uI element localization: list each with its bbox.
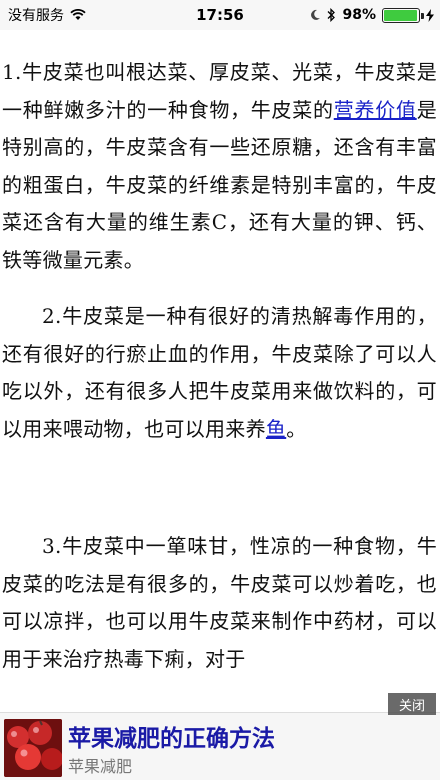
- bluetooth-icon: [328, 8, 336, 22]
- battery-tip: [421, 12, 424, 19]
- status-bar: 没有服务 17:56 98%: [0, 0, 440, 30]
- paragraph-1-text-b: 是特别高的，牛皮菜含有一些还原糖，还含有丰富的粗蛋白，牛皮菜的纤维素是特别丰富的…: [2, 97, 437, 272]
- paragraph-2: 2.牛皮菜是一种有很好的清热解毒作用的，还有很好的行瘀止血的作用，牛皮菜除了可以…: [2, 298, 437, 448]
- paragraph-3: 3.牛皮菜中一箪味甘，性凉的一种食物，牛皮菜的吃法是有很多的，牛皮菜可以炒着吃，…: [2, 528, 437, 678]
- paragraph-2-text-a: 2.牛皮菜是一种有很好的清热解毒作用的，还有很好的行瘀止血的作用，牛皮菜除了可以…: [2, 304, 437, 441]
- charging-icon: [426, 8, 434, 22]
- paragraph-1: 1.牛皮菜也叫根达菜、厚皮菜、光菜，牛皮菜是一种鲜嫩多汁的一种食物，牛皮菜的营养…: [2, 54, 437, 279]
- battery-icon: [382, 7, 424, 23]
- article-body: 1.牛皮菜也叫根达菜、厚皮菜、光菜，牛皮菜是一种鲜嫩多汁的一种食物，牛皮菜的营养…: [0, 54, 440, 678]
- nutrition-value-link[interactable]: 营养价值: [334, 98, 417, 122]
- ad-banner[interactable]: 关闭 苹果减肥的正确方法 苹果减肥: [0, 693, 440, 780]
- apple-image-icon: [4, 719, 62, 777]
- fish-link[interactable]: 鱼: [266, 417, 286, 441]
- battery-percent: 98%: [342, 7, 376, 23]
- battery-level: [384, 9, 418, 21]
- ad-close-button[interactable]: 关闭: [388, 693, 436, 715]
- ad-subtitle: 苹果减肥: [68, 757, 133, 776]
- moon-icon: [311, 9, 321, 20]
- status-right: 98%: [309, 0, 434, 30]
- paragraph-2-text-b: 。: [286, 416, 307, 441]
- ad-title[interactable]: 苹果减肥的正确方法: [68, 719, 275, 753]
- ad-thumbnail-apples[interactable]: [4, 719, 62, 777]
